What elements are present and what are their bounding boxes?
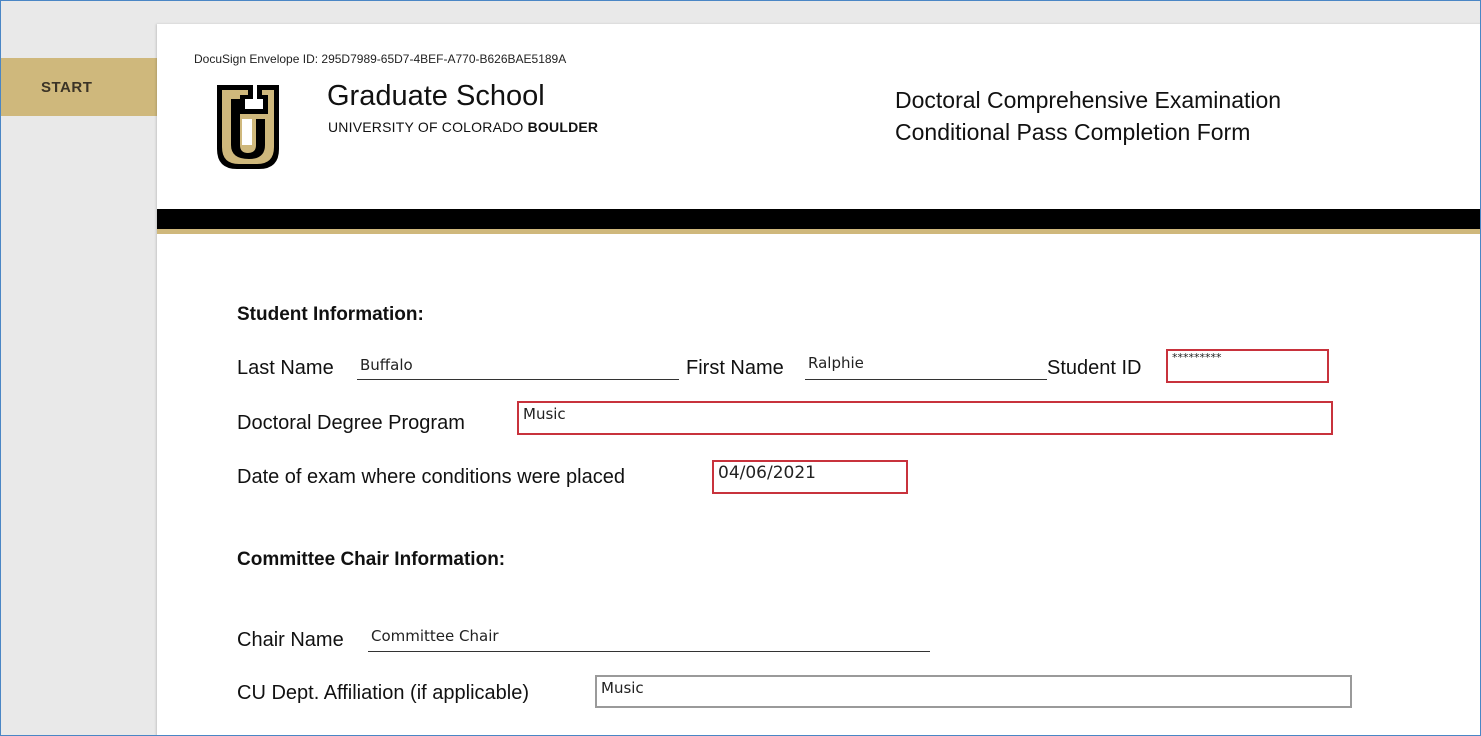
university-name: UNIVERSITY OF COLORADO BOULDER <box>328 119 599 135</box>
form-title-line2: Conditional Pass Completion Form <box>895 119 1251 145</box>
exam-date-field[interactable]: 04/06/2021 <box>712 460 908 494</box>
chair-name-label: Chair Name <box>237 629 344 651</box>
header-divider-black <box>157 209 1480 229</box>
student-id-field[interactable]: ********* <box>1166 349 1329 383</box>
start-button[interactable]: START <box>1 58 159 116</box>
degree-program-field[interactable]: Music <box>517 401 1333 435</box>
chair-info-heading: Committee Chair Information: <box>237 549 506 570</box>
form-title: Doctoral Comprehensive Examination Condi… <box>895 84 1281 148</box>
form-title-line1: Doctoral Comprehensive Examination <box>895 87 1282 113</box>
first-name-label: First Name <box>686 357 784 379</box>
first-name-field[interactable]: Ralphie <box>805 353 1047 380</box>
dept-affiliation-label: CU Dept. Affiliation (if applicable) <box>237 682 529 704</box>
exam-date-label: Date of exam where conditions were place… <box>237 466 625 488</box>
document-page: DocuSign Envelope ID: 295D7989-65D7-4BEF… <box>157 24 1480 735</box>
graduate-school-title: Graduate School <box>327 80 545 112</box>
student-info-heading: Student Information: <box>237 304 424 325</box>
envelope-id: DocuSign Envelope ID: 295D7989-65D7-4BEF… <box>194 52 567 66</box>
dept-affiliation-field[interactable]: Music <box>595 675 1352 708</box>
chair-name-field[interactable]: Committee Chair <box>368 626 930 652</box>
last-name-label: Last Name <box>237 357 334 379</box>
student-id-label: Student ID <box>1047 357 1142 379</box>
degree-program-label: Doctoral Degree Program <box>237 412 465 434</box>
docusign-window: START DocuSign Envelope ID: 295D7989-65D… <box>0 0 1481 736</box>
cu-logo-icon <box>217 85 279 169</box>
last-name-field[interactable]: Buffalo <box>357 355 679 380</box>
header-divider-gold <box>157 229 1480 234</box>
